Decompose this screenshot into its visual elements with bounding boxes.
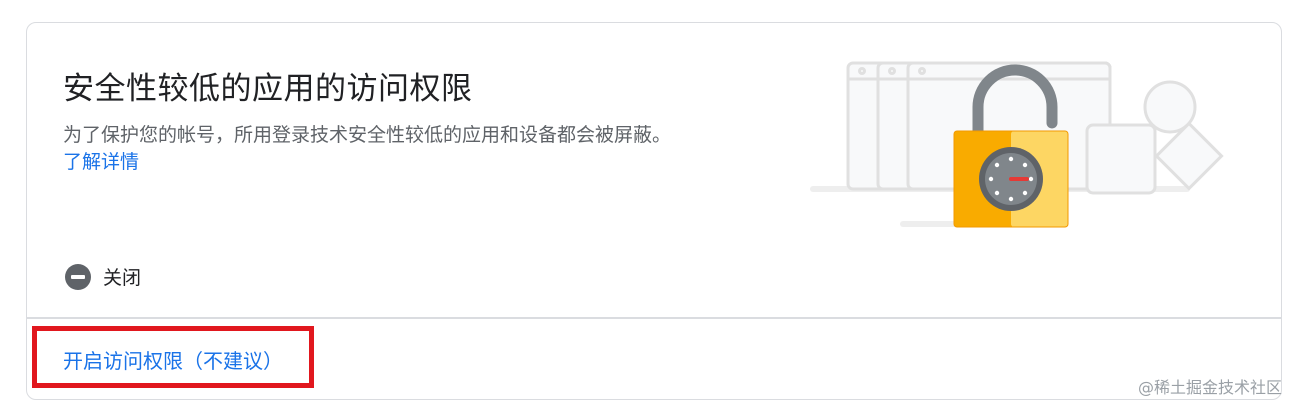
watermark: @稀土掘金技术社区 (1137, 378, 1282, 397)
description-text: 为了保护您的帐号，所用登录技术安全性较低的应用和设备都会被屏蔽。 (63, 124, 672, 146)
status-label: 关闭 (103, 267, 142, 289)
access-status: 关闭 (65, 263, 141, 290)
section-divider (27, 317, 1281, 319)
square-shape (1085, 123, 1157, 195)
diamond-shape (1154, 121, 1224, 191)
learn-more-link[interactable]: 了解详情 (63, 147, 139, 174)
annotation-highlight-box (32, 326, 314, 388)
page-title: 安全性较低的应用的访问权限 (63, 71, 473, 107)
minus-circle-icon (65, 263, 91, 290)
padlock-illustration (810, 61, 1224, 228)
